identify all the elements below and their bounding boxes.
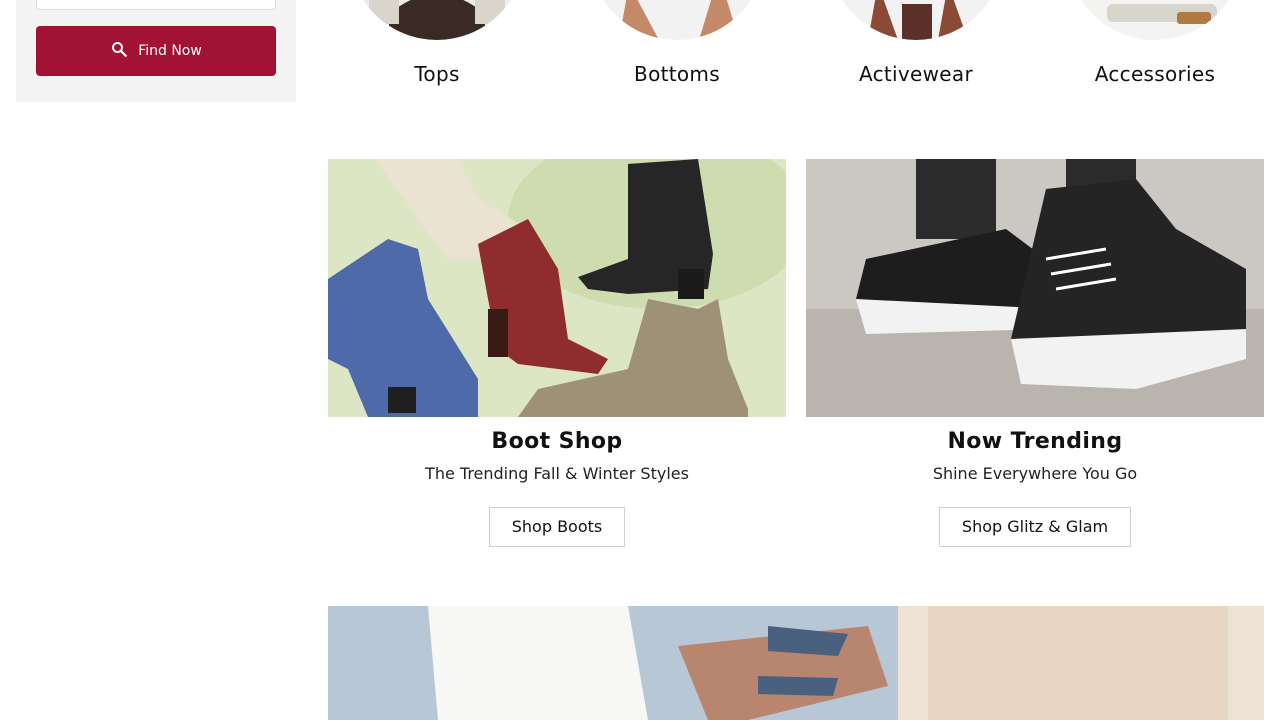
promo-title: Now Trending <box>947 429 1123 454</box>
find-now-button[interactable]: Find Now <box>36 26 276 76</box>
category-activewear[interactable]: Activewear <box>816 0 1016 100</box>
promo-subtitle: Shine Everywhere You Go <box>932 464 1138 483</box>
find-now-label: Find Now <box>138 43 202 59</box>
boot-shop-image[interactable] <box>328 159 786 417</box>
sandals-banner-image[interactable] <box>328 606 1264 720</box>
promo-title: Boot Shop <box>491 429 623 454</box>
category-label: Accessories <box>1094 62 1216 86</box>
category-image-tops[interactable] <box>349 0 525 40</box>
category-tops[interactable]: Tops <box>337 0 537 100</box>
category-accessories[interactable]: Accessories <box>1055 0 1255 100</box>
search-input[interactable] <box>36 0 276 10</box>
category-image-accessories[interactable] <box>1067 0 1243 40</box>
category-bottoms[interactable]: Bottoms <box>577 0 777 100</box>
now-trending-image[interactable] <box>806 159 1264 417</box>
promo-subtitle: The Trending Fall & Winter Styles <box>425 464 689 483</box>
category-label: Bottoms <box>634 62 720 86</box>
category-image-bottoms[interactable] <box>589 0 765 40</box>
category-image-activewear[interactable] <box>828 0 1004 40</box>
shop-glitz-glam-button[interactable]: Shop Glitz & Glam <box>938 507 1132 547</box>
shop-boots-button[interactable]: Shop Boots <box>488 507 626 547</box>
sidebar-search-panel: Find Now <box>16 0 296 102</box>
category-label: Tops <box>414 62 460 86</box>
promo-boot-shop: Boot Shop The Trending Fall & Winter Sty… <box>328 159 786 547</box>
category-label: Activewear <box>858 62 973 86</box>
search-icon <box>110 40 128 62</box>
promo-now-trending: Now Trending Shine Everywhere You Go Sho… <box>806 159 1264 547</box>
